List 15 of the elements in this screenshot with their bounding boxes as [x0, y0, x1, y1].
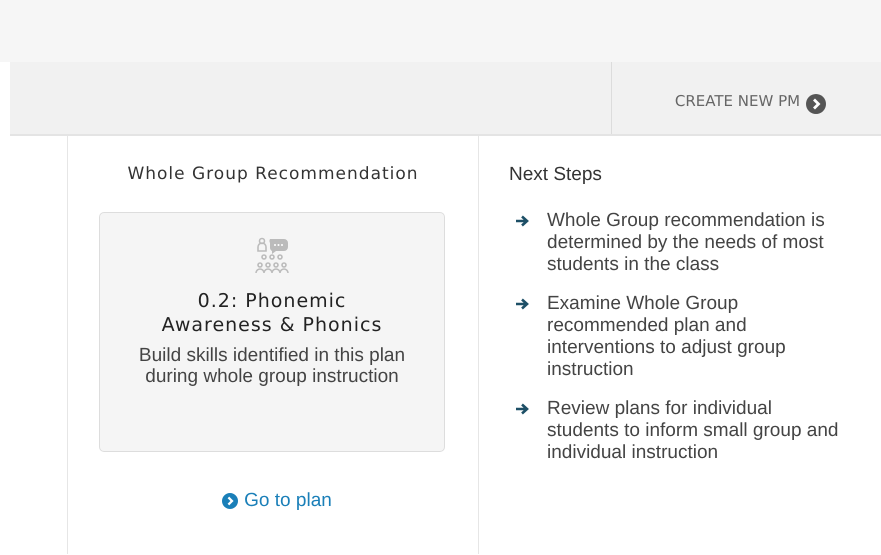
arrow-icon — [515, 403, 529, 415]
arrow-icon — [515, 298, 529, 310]
plan-description: Build skills identified in this plan during whole group instruction — [138, 345, 406, 387]
go-to-plan-link[interactable]: Go to plan — [222, 490, 332, 512]
classroom-group-icon — [254, 237, 290, 275]
arrow-icon — [515, 215, 529, 227]
step-text: Whole Group recommendation is determined by the needs of most students in the class — [547, 210, 826, 276]
section-heading: Whole Group Recommendation — [127, 164, 419, 184]
create-new-pm-button[interactable]: CREATE NEW PM — [670, 84, 830, 118]
chevron-circle-icon — [222, 493, 238, 509]
plan-title: 0.2: Phonemic Awareness & Phonics — [160, 289, 384, 337]
step-text: Examine Whole Group recommended plan and interventions to adjust group instruction — [547, 293, 787, 381]
section-heading: Next Steps — [509, 164, 603, 186]
chevron-circle-icon — [806, 94, 826, 114]
step-text: Review plans for individual students to inform small group and individual instruction — [547, 398, 839, 464]
